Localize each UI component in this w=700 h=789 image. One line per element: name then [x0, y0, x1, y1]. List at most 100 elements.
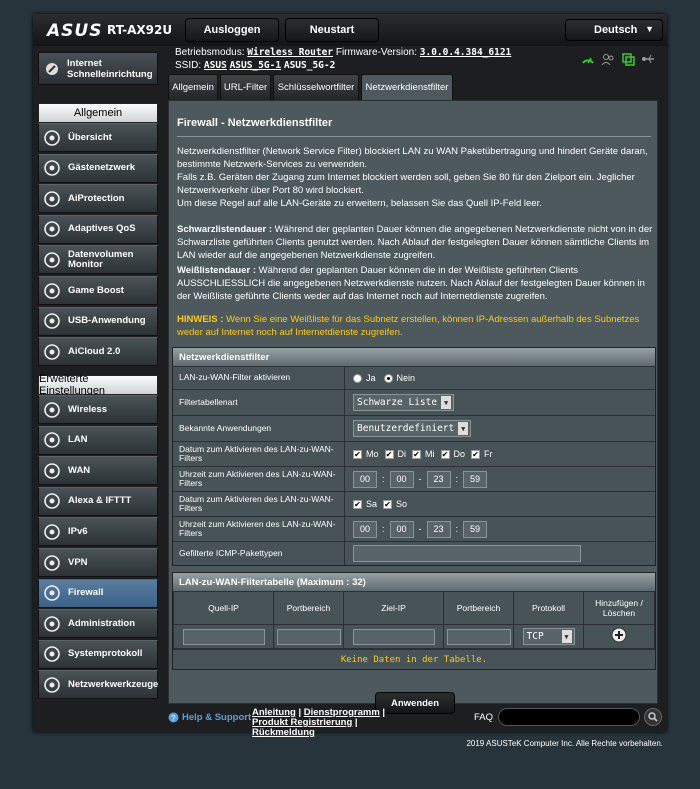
time-input[interactable]: 23 [426, 470, 451, 488]
time-input[interactable]: 00 [353, 470, 377, 488]
time-input[interactable]: 23 [426, 520, 451, 538]
usb-status-icon[interactable] [641, 52, 655, 66]
col-add-delete: Hinzufügen / Löschen [583, 591, 655, 625]
sidebar-item-firewall[interactable]: Firewall [38, 578, 158, 608]
time-input[interactable]: 59 [463, 470, 488, 488]
search-icon[interactable] [644, 708, 662, 726]
col-source-port: Portbereich [273, 591, 344, 625]
source-ip-input[interactable] [182, 628, 265, 645]
copyright-text: 2019 ASUSTeK Computer Inc. Alle Rechte v… [466, 739, 663, 748]
chevron-down-icon: ▼ [458, 422, 469, 435]
day-checkbox[interactable]: ✔ [412, 449, 422, 459]
source-port-input[interactable] [276, 628, 341, 645]
add-icon[interactable] [611, 627, 627, 646]
ssid-1[interactable]: ASUS [204, 60, 227, 71]
gamepad-icon [43, 282, 61, 300]
system-log-icon [43, 645, 61, 663]
tab-keyword-filter[interactable]: Schlüsselwortfilter [273, 74, 359, 100]
sidebar-item-gästenetzwerk[interactable]: Gästenetzwerk [38, 153, 158, 183]
sidebar-item-alexa-ifttt[interactable]: Alexa & IFTTT [38, 486, 158, 516]
icmp-label: Gefilterte ICMP-Pakettypen [173, 542, 345, 565]
logout-button[interactable]: Ausloggen [185, 18, 279, 42]
enable-yes-radio[interactable] [353, 373, 362, 383]
protocol-select[interactable]: TCP ▼ [522, 628, 575, 645]
time-input[interactable]: 00 [353, 520, 377, 538]
time-input[interactable]: 00 [389, 470, 414, 488]
advanced-section-title: Erweiterte Einstellungen [38, 373, 158, 397]
mode-link[interactable]: Wireless Router [247, 47, 333, 58]
top-bar: ASUS RT-AX92U Ausloggen Neustart Deutsch… [33, 14, 667, 46]
day-checkbox[interactable]: ✔ [383, 499, 393, 509]
sidebar-item-label: Game Boost [68, 284, 124, 296]
day-checkbox[interactable]: ✔ [353, 499, 362, 509]
sidebar-item-wireless[interactable]: Wireless [38, 395, 158, 424]
ssid-3: ASUS_5G-2 [283, 60, 336, 71]
time-input[interactable]: 00 [389, 520, 414, 538]
language-select[interactable]: Deutsch ▼ [565, 19, 663, 41]
mode-label: Betriebsmodus: [175, 47, 245, 58]
sidebar-item-netzwerkwerkzeuge[interactable]: Netzwerkwerkzeuge [38, 670, 158, 700]
sidebar-item-adaptives-qos[interactable]: Adaptives QoS [38, 214, 158, 244]
sidebar-item-aiprotection[interactable]: AiProtection [38, 184, 158, 214]
restart-button[interactable]: Neustart [285, 18, 379, 42]
icmp-input[interactable] [353, 545, 581, 562]
dest-port-input[interactable] [446, 628, 511, 645]
weekday-days-row: Datum zum Aktivieren des LAN-zu-WAN-Filt… [173, 441, 655, 466]
day-checkbox[interactable]: ✔ [440, 449, 450, 459]
day-checkbox[interactable]: ✔ [471, 449, 481, 459]
sidebar-item-wan[interactable]: WAN [38, 456, 158, 486]
filter-type-select[interactable]: Schwarze Liste ▼ [353, 394, 455, 411]
time-separator: : [455, 524, 459, 534]
desc-p1: Netzwerkdienstfilter (Network Service Fi… [177, 146, 648, 170]
copy-status-icon[interactable] [621, 52, 635, 66]
sidebar-item-administration[interactable]: Administration [38, 609, 158, 639]
filter-table: Quell-IP Portbereich Ziel-IP Portbereich… [173, 591, 655, 649]
day-checkbox[interactable]: ✔ [384, 449, 394, 459]
sidebar-item-systemprotokoll[interactable]: Systemprotokoll [38, 639, 158, 669]
desc-p2: Falls z.B. Geräten der Zugang zum Intern… [177, 172, 635, 196]
model-name: RT-AX92U [107, 23, 173, 37]
weekend-time-label: Uhrzeit zum Aktivieren des LAN-zu-WAN-Fi… [173, 517, 345, 541]
svg-text:?: ? [171, 714, 176, 723]
sidebar-item-datenvolumen-monitor[interactable]: Datenvolumen Monitor [38, 245, 158, 275]
internet-status-icon[interactable] [581, 52, 595, 66]
faq-search-input[interactable] [498, 708, 640, 726]
time-input[interactable]: 59 [463, 520, 488, 538]
sidebar-item-vpn[interactable]: VPN [38, 548, 158, 577]
enable-no-radio[interactable] [383, 373, 393, 383]
sidebar-item-lan[interactable]: LAN [38, 425, 158, 455]
known-apps-select[interactable]: Benutzerdefiniert ▼ [353, 420, 472, 437]
day-label: Di [397, 449, 407, 459]
day-checkbox[interactable]: ✔ [353, 449, 362, 459]
asus-logo: ASUS [47, 21, 103, 41]
firewall-icon [43, 584, 61, 602]
col-source-ip: Quell-IP [173, 591, 274, 625]
sidebar-item-usb-anwendung[interactable]: USB-Anwendung [38, 306, 158, 336]
alexa-icon [43, 492, 61, 510]
sidebar-item-ipv6[interactable]: IPv6 [38, 517, 158, 547]
clients-icon[interactable] [601, 52, 615, 66]
tab-url-filter[interactable]: URL-Filter [220, 74, 271, 100]
sidebar-item-label: Administration [68, 617, 136, 629]
traffic-monitor-icon [43, 251, 61, 269]
quick-setup-button[interactable]: Internet Schnelleinrichtung [38, 52, 158, 85]
table-input-row: TCP ▼ [173, 624, 655, 649]
apps-label: Bekannte Anwendungen [173, 416, 345, 441]
dest-ip-input[interactable] [352, 628, 435, 645]
sidebar-item-label: Systemprotokoll [68, 648, 143, 660]
firmware-link[interactable]: 3.0.0.4.384_6121 [420, 47, 512, 58]
filter-settings-head: Netzwerkdienstfilter [173, 348, 655, 366]
time-range-separator: - [418, 474, 422, 484]
tab-network-service-filter[interactable]: Netzwerkdienstfilter [361, 74, 453, 100]
sidebar-item-label: AiCloud 2.0 [68, 345, 121, 357]
sidebar-item-übersicht[interactable]: Übersicht [38, 123, 158, 152]
sidebar-item-game-boost[interactable]: Game Boost [38, 276, 158, 305]
feedback-link[interactable]: Rückmeldung [252, 727, 315, 738]
sidebar-item-aicloud-2-0[interactable]: AiCloud 2.0 [38, 337, 158, 367]
page-title: Firewall - Netzwerkdienstfilter [177, 117, 333, 129]
chevron-down-icon: ▼ [561, 630, 572, 643]
filter-table-head: LAN-zu-WAN-Filtertabelle (Maximum : 32) [173, 573, 655, 591]
wireless-icon [43, 401, 61, 419]
tab-general[interactable]: Allgemein [168, 74, 218, 100]
ssid-2[interactable]: ASUS_5G-1 [230, 60, 281, 71]
